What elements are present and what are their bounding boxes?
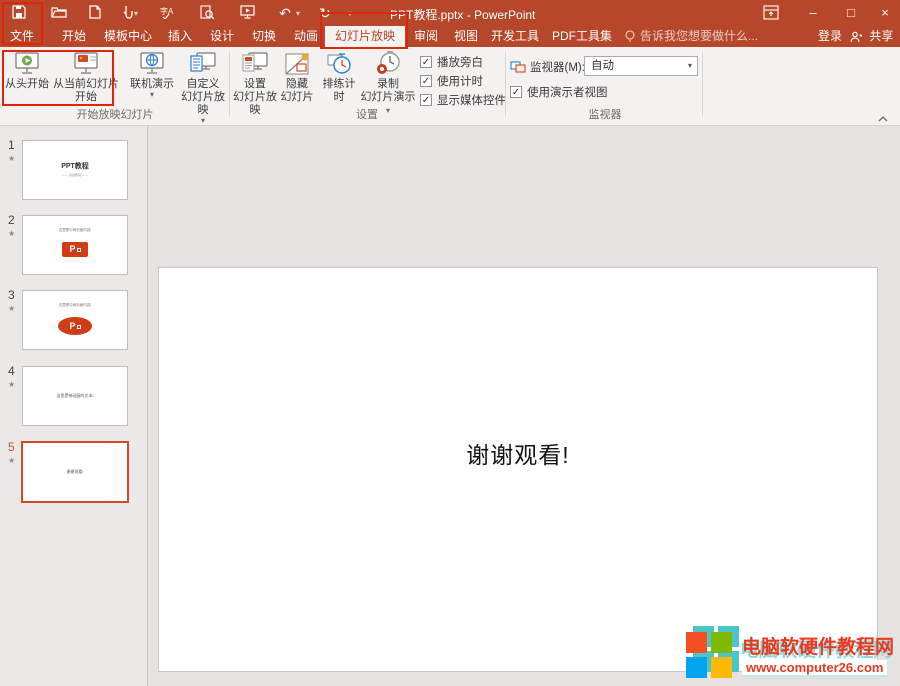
slideshow-icon[interactable] [238, 4, 256, 22]
close-button[interactable]: × [868, 0, 900, 26]
tab-animations[interactable]: 动画 [288, 26, 324, 47]
use-presenter-view-checkbox[interactable]: ✓ 使用演示者视图 [510, 84, 608, 100]
slide-thumbnail-panel: 1 ★ PPT教程 —— 基础教程 —— 2 ★ 这里是中间页面内容! P 3 … [0, 126, 148, 686]
powerpoint-logo-ellipse: P [58, 317, 92, 335]
titlebar: ▾ 字A ↶ ▾ ↻ ▾ PPT教程.pptx - PowerPoint – □… [0, 0, 900, 26]
windows-style-logo-icon [684, 628, 736, 680]
powerpoint-logo-rect: P [62, 242, 88, 257]
set-up-slide-show-icon [241, 50, 269, 78]
checkbox-checked-icon: ✓ [420, 75, 432, 87]
tab-view[interactable]: 视图 [448, 26, 484, 47]
present-online-button[interactable]: 联机演示 ▾ [126, 50, 178, 99]
rehearse-timings-icon [326, 50, 352, 78]
svg-text:字A: 字A [160, 6, 174, 16]
slide-number: 2 [8, 213, 15, 227]
group-divider [229, 52, 230, 116]
slide-number: 4 [8, 364, 15, 378]
group-label-start-slideshow: 开始放映幻灯片 [20, 106, 210, 122]
tab-template-center[interactable]: 模板中心 [98, 26, 158, 47]
customize-qat-caret-icon[interactable]: ▾ [348, 9, 352, 18]
tell-me-box[interactable]: 告诉我您想要做什么... [624, 26, 758, 47]
monitor-select[interactable]: 自动 ▾ [584, 56, 698, 76]
tab-file[interactable]: 文件 [0, 26, 44, 47]
watermark-url: www.computer26.com [742, 660, 888, 677]
slide-number: 1 [8, 138, 15, 152]
group-label-monitors: 监视器 [510, 106, 700, 122]
from-beginning-icon [13, 50, 41, 78]
undo-icon[interactable]: ↶ [276, 4, 294, 22]
current-slide[interactable]: 谢谢观看! [158, 267, 878, 672]
undo-caret-icon[interactable]: ▾ [296, 9, 300, 18]
spelling-icon[interactable]: 字A [158, 4, 176, 22]
tab-home[interactable]: 开始 [56, 26, 92, 47]
group-label-setup: 设置 [232, 106, 502, 122]
lightbulb-icon [624, 30, 636, 43]
new-document-icon[interactable] [86, 4, 104, 22]
touch-mode-caret-icon[interactable]: ▾ [134, 9, 138, 18]
maximize-button[interactable]: □ [834, 0, 868, 26]
from-current-slide-icon [72, 50, 100, 78]
custom-slide-show-icon [189, 50, 217, 78]
animation-star-icon: ★ [8, 229, 15, 238]
ribbon-slide-show: 从头开始 从当前幻灯片 开始 联机演示 ▾ 自定义 幻灯片放映 ▾ [0, 47, 900, 126]
play-narrations-checkbox[interactable]: ✓ 播放旁白 [420, 54, 483, 70]
checkbox-checked-icon: ✓ [510, 86, 522, 98]
slide-text[interactable]: 谢谢观看! [159, 436, 877, 470]
hide-slide-icon [284, 50, 310, 78]
animation-star-icon: ★ [8, 154, 15, 163]
use-timings-checkbox[interactable]: ✓ 使用计时 [420, 73, 483, 89]
slide-thumbnail-1[interactable]: PPT教程 —— 基础教程 —— [22, 140, 128, 200]
present-online-icon [138, 50, 166, 78]
combobox-caret-icon: ▾ [688, 57, 692, 75]
save-icon[interactable] [10, 4, 28, 22]
tab-review[interactable]: 审阅 [408, 26, 444, 47]
checkbox-checked-icon: ✓ [420, 56, 432, 68]
tab-transitions[interactable]: 切换 [246, 26, 282, 47]
open-icon[interactable] [50, 4, 68, 22]
site-watermark: 电脑软硬件教程网 www.computer26.com [684, 628, 894, 680]
window-title: PPT教程.pptx - PowerPoint [390, 6, 535, 23]
slide-thumbnail-4[interactable]: 这里是带动画的文本! [22, 366, 128, 426]
slide-number-selected: 5 [8, 440, 15, 454]
watermark-site-name: 电脑软硬件教程网 [742, 632, 894, 659]
record-slide-show-icon [375, 50, 401, 78]
from-current-slide-button[interactable]: 从当前幻灯片 开始 [50, 50, 122, 104]
group-divider [702, 52, 703, 116]
tab-developer[interactable]: 开发工具 [486, 26, 544, 47]
tab-pdf-tools[interactable]: PDF工具集 [548, 26, 616, 47]
tab-insert[interactable]: 插入 [162, 26, 198, 47]
powerpoint-window: ▾ 字A ↶ ▾ ↻ ▾ PPT教程.pptx - PowerPoint – □… [0, 0, 900, 686]
ribbon-tabbar: 文件 开始 模板中心 插入 设计 切换 动画 幻灯片放映 审阅 视图 开发工具 … [0, 26, 900, 47]
monitor-icon [510, 61, 526, 74]
tell-me-text: 告诉我您想要做什么... [640, 29, 758, 43]
monitor-label: 监视器(M): [510, 59, 585, 75]
group-divider [505, 52, 506, 116]
animation-star-icon: ★ [8, 456, 15, 465]
collapse-ribbon-icon[interactable] [878, 109, 888, 127]
from-beginning-button[interactable]: 从头开始 [4, 50, 50, 91]
editing-canvas: 谢谢观看! [148, 126, 900, 686]
tab-slide-show[interactable]: 幻灯片放映 [325, 26, 405, 47]
redo-icon[interactable]: ↻ [316, 4, 334, 22]
checkbox-checked-icon: ✓ [420, 94, 432, 106]
sign-in-button[interactable]: 登录 [812, 26, 848, 47]
share-label: 共享 [869, 29, 893, 43]
print-preview-icon[interactable] [198, 4, 216, 22]
animation-star-icon: ★ [8, 304, 15, 313]
slide-thumbnail-2[interactable]: 这里是中间页面内容! P [22, 215, 128, 275]
tab-design[interactable]: 设计 [204, 26, 240, 47]
share-button[interactable]: 共享 [850, 26, 893, 47]
slide-thumbnail-5-selected[interactable]: 谢谢观看! [21, 441, 129, 503]
ribbon-display-options-icon[interactable] [763, 5, 781, 21]
share-person-icon [850, 31, 862, 43]
rehearse-timings-button[interactable]: 排练计时 [318, 50, 360, 104]
animation-star-icon: ★ [8, 380, 15, 389]
present-online-caret-icon: ▾ [150, 91, 154, 99]
minimize-button[interactable]: – [796, 0, 830, 26]
hide-slide-button[interactable]: 隐藏 幻灯片 [278, 50, 316, 104]
slide-thumbnail-3[interactable]: 这里是中间页面内容! P [22, 290, 128, 350]
slide-number: 3 [8, 288, 15, 302]
